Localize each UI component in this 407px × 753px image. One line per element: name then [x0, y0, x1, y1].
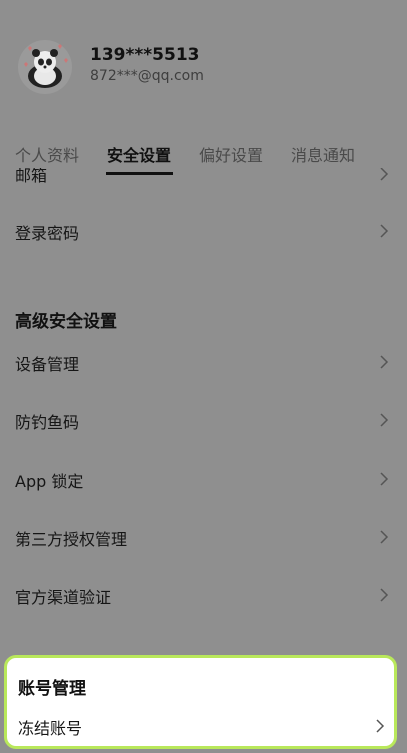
list-item-login-password[interactable]: 登录密码: [0, 207, 407, 255]
section-title-account-management: 账号管理: [18, 679, 86, 699]
chevron-right-icon: [380, 472, 389, 486]
list-item-label: 第三方授权管理: [15, 530, 128, 549]
profile-header: 139***5513 872***@qq.com 个人资料 安全设置 偏好设置 …: [0, 0, 407, 180]
panda-avatar-icon: [24, 44, 68, 88]
account-management-card: 账号管理 冻结账号: [4, 655, 397, 749]
list-item-label: 邮箱: [15, 168, 48, 185]
list-item-email[interactable]: 邮箱: [0, 168, 407, 188]
tab-notifications[interactable]: 消息通知: [291, 142, 355, 166]
chevron-right-icon: [380, 413, 389, 427]
profile-email: 872***@qq.com: [90, 68, 204, 84]
list-item-label: 设备管理: [15, 355, 80, 374]
list-item-official-channel-verify[interactable]: 官方渠道验证: [0, 571, 407, 619]
chevron-right-icon: [380, 355, 389, 369]
list-item-label: 官方渠道验证: [15, 588, 112, 607]
avatar[interactable]: [18, 40, 72, 94]
chevron-right-icon: [380, 168, 389, 181]
chevron-right-icon: [376, 719, 385, 733]
tab-preferences[interactable]: 偏好设置: [199, 142, 263, 166]
list-item-freeze-account[interactable]: 冻结账号: [7, 702, 394, 750]
chevron-right-icon: [380, 530, 389, 544]
tab-security[interactable]: 安全设置: [107, 142, 171, 166]
chevron-right-icon: [380, 224, 389, 238]
section-title-advanced-security: 高级安全设置: [15, 312, 117, 332]
list-item-label: App 锁定: [15, 472, 84, 491]
list-item-label: 冻结账号: [18, 719, 83, 738]
list-item-device-management[interactable]: 设备管理: [0, 338, 407, 386]
list-item-label: 登录密码: [15, 224, 80, 243]
list-item-label: 防钓鱼码: [15, 413, 80, 432]
list-item-third-party-auth[interactable]: 第三方授权管理: [0, 513, 407, 561]
tab-profile[interactable]: 个人资料: [15, 142, 79, 166]
list-item-anti-phishing-code[interactable]: 防钓鱼码: [0, 396, 407, 444]
chevron-right-icon: [380, 588, 389, 602]
list-item-app-lock[interactable]: App 锁定: [0, 455, 407, 503]
profile-phone: 139***5513: [90, 45, 200, 65]
